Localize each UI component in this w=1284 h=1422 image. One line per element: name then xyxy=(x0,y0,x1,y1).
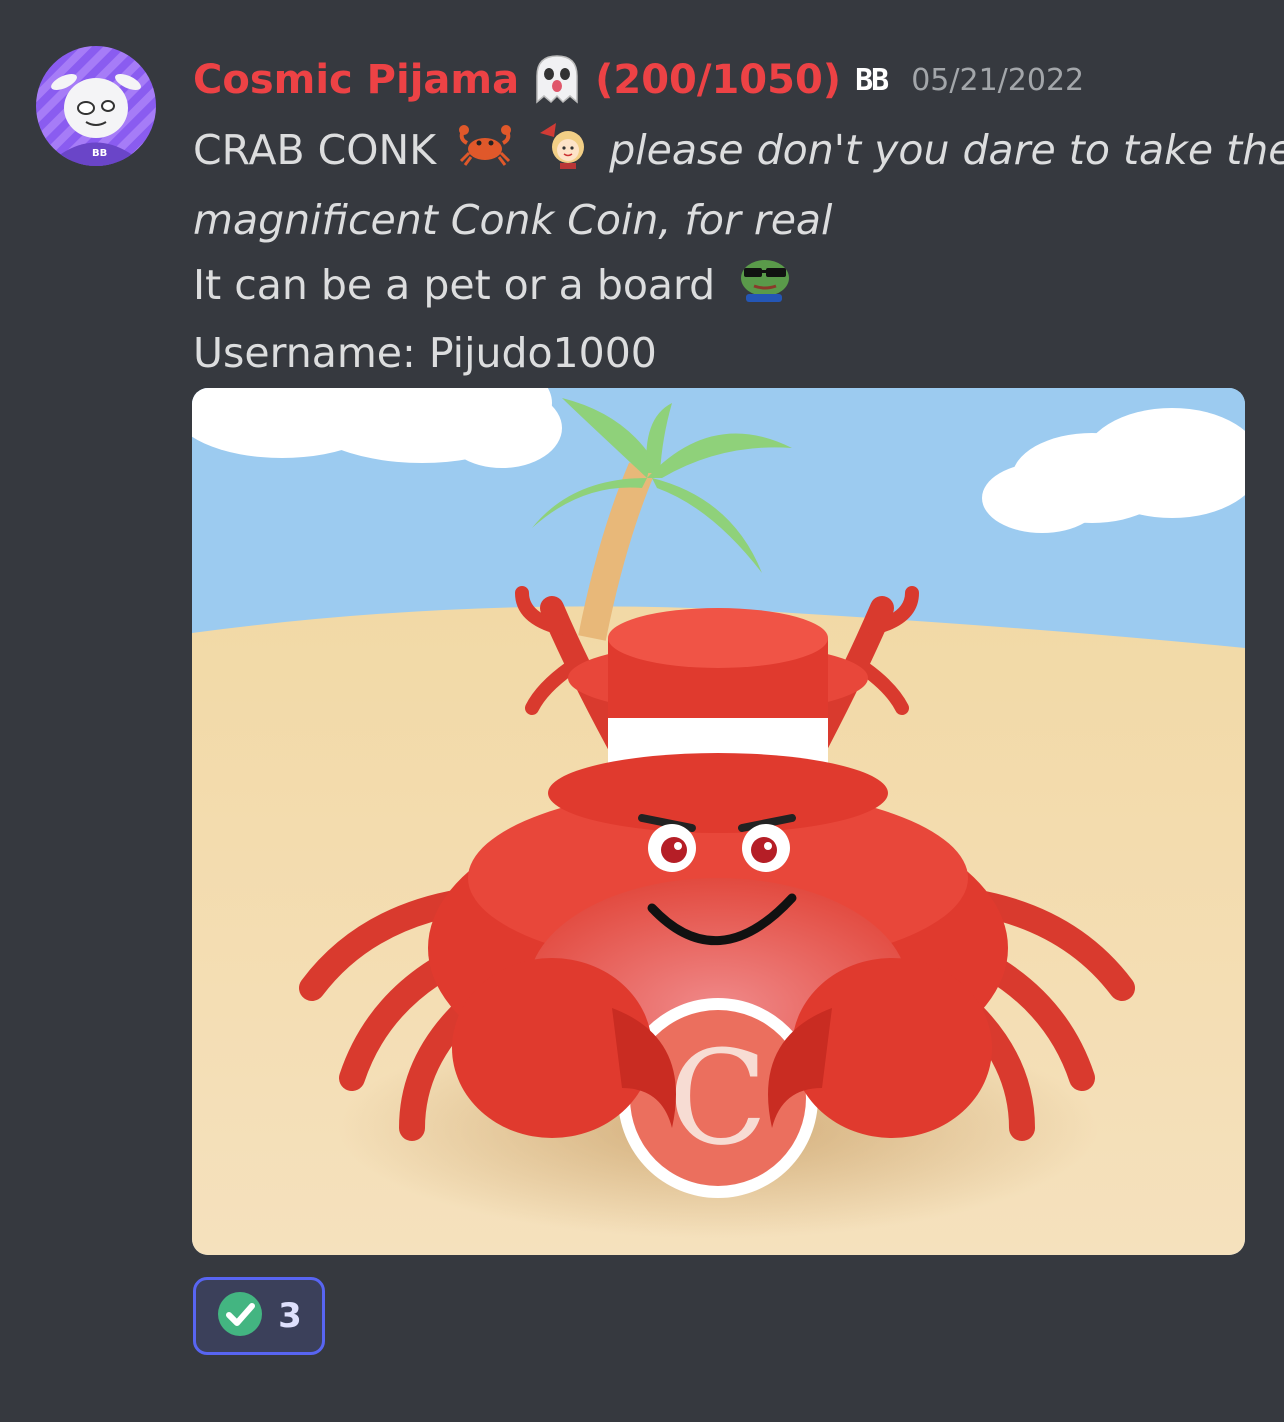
message-content: CRAB CONK please don't you dare to take … xyxy=(193,118,1284,386)
message-italic-text: magnificent Conk Coin, for real xyxy=(193,195,833,244)
ghost-icon xyxy=(529,52,585,108)
message-line-1: CRAB CONK please don't you dare to take … xyxy=(193,118,1284,188)
svg-text:BB: BB xyxy=(92,148,107,159)
message-header: Cosmic Pijama (200/1050) BB 05/21/2022 xyxy=(193,50,1084,110)
author-avatar[interactable]: BB xyxy=(36,46,156,166)
message-text: Username: Pijudo1000 xyxy=(193,329,657,377)
image-attachment[interactable]: C xyxy=(192,388,1245,1255)
message-line-3: It can be a pet or a board xyxy=(193,253,1253,322)
cheering-girl-icon xyxy=(536,119,592,188)
coin-letter: C xyxy=(668,1022,767,1174)
message-italic-text: please don't you dare to take the xyxy=(609,126,1284,174)
message-text: CRAB CONK xyxy=(193,126,437,174)
crab-conk-coin-illustration-icon: C xyxy=(192,388,1245,1255)
message-timestamp[interactable]: 05/21/2022 xyxy=(911,63,1084,98)
message-line-4: Username: Pijudo1000 xyxy=(193,321,1253,386)
author-rank: (200/1050) xyxy=(595,57,842,103)
cool-pepe-icon xyxy=(736,254,794,321)
reaction-check-button[interactable]: 3 xyxy=(193,1277,325,1355)
reaction-count: 3 xyxy=(278,1296,302,1336)
author-name[interactable]: Cosmic Pijama xyxy=(193,57,519,103)
cow-mascot-avatar-icon: BB xyxy=(36,46,156,166)
message-text: It can be a pet or a board xyxy=(193,260,716,309)
message-line-2: magnificent Conk Coin, for real xyxy=(193,188,1253,253)
white-check-mark-icon xyxy=(216,1290,264,1342)
author-badge: BB xyxy=(855,62,889,98)
crab-icon xyxy=(457,121,513,186)
